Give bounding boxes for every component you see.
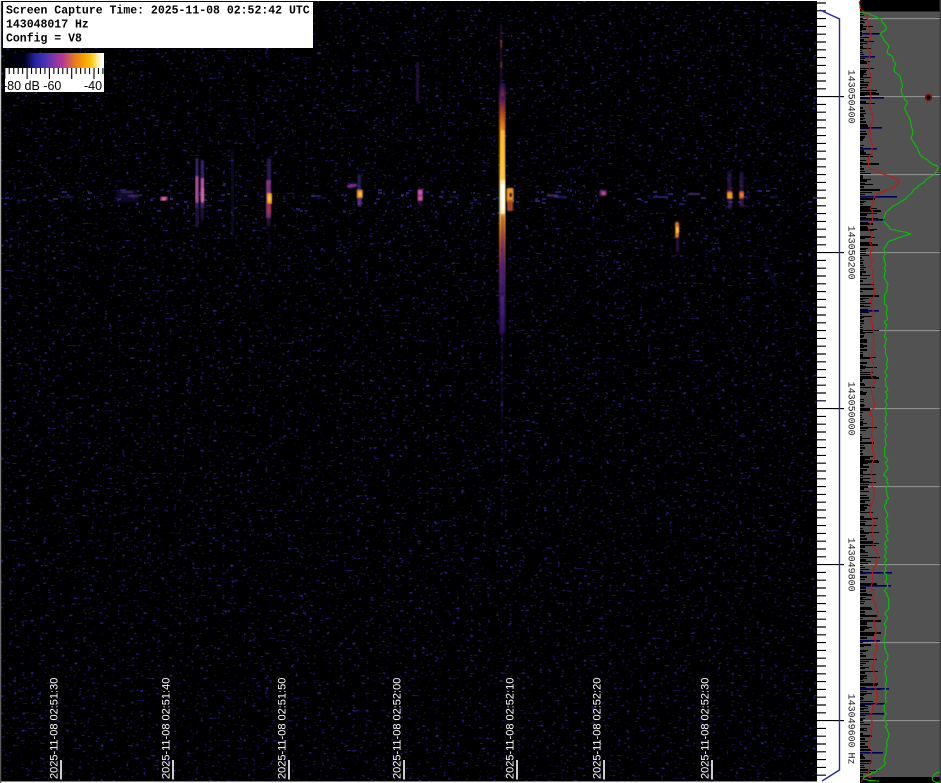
- svg-text:2025-11-08 02:52:20: 2025-11-08 02:52:20: [592, 678, 604, 779]
- svg-text:-80 dB -60: -80 dB -60: [3, 79, 61, 93]
- svg-text:2025-11-08 02:52:30: 2025-11-08 02:52:30: [700, 678, 712, 779]
- svg-text:143050000: 143050000: [845, 382, 856, 436]
- svg-text:143048017 Hz: 143048017 Hz: [6, 19, 89, 32]
- svg-text:143050200: 143050200: [845, 226, 856, 280]
- svg-text:2025-11-08 02:51:50: 2025-11-08 02:51:50: [277, 678, 289, 779]
- svg-text:143049800: 143049800: [845, 538, 856, 592]
- svg-text:143050400: 143050400: [845, 70, 856, 124]
- svg-text:-40: -40: [84, 79, 102, 93]
- svg-text:2025-11-08 02:52:00: 2025-11-08 02:52:00: [392, 678, 404, 779]
- svg-text:Screen Capture Time: 2025-11-0: Screen Capture Time: 2025-11-08 02:52:42…: [6, 5, 310, 18]
- svg-text:2025-11-08 02:51:30: 2025-11-08 02:51:30: [49, 678, 61, 779]
- svg-text:Config = V8: Config = V8: [6, 33, 82, 46]
- svg-text:2025-11-08 02:51:40: 2025-11-08 02:51:40: [161, 678, 173, 779]
- svg-text:Hz: Hz: [845, 753, 856, 765]
- svg-text:2025-11-08 02:52:10: 2025-11-08 02:52:10: [505, 678, 517, 779]
- svg-text:143049600: 143049600: [845, 694, 856, 748]
